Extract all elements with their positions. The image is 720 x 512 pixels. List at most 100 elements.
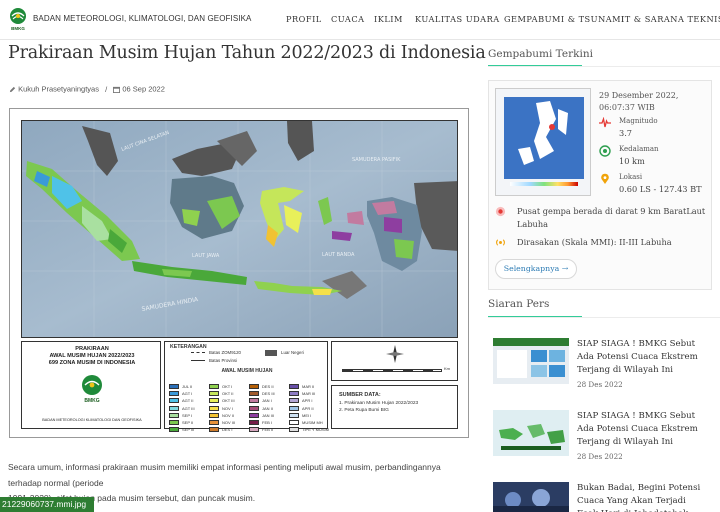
nav-it-sarana-teknis[interactable]: IT & SARANA TEKNIS (621, 14, 720, 24)
location-value: 0.60 LS - 127.43 BT (619, 184, 702, 194)
press-date: 28 Des 2022 (577, 452, 623, 461)
legend-entry: AGT III (169, 398, 195, 411)
sea-label-pasifik: SAMUDERA PASIFIK (352, 157, 401, 163)
legend-entry: JAN I (249, 390, 272, 404)
press-date: 28 Des 2022 (577, 380, 623, 389)
press-thumbnail-graphic (493, 410, 569, 456)
press-item[interactable]: SIAP SIAGA ! BMKG Sebut Ada Potensi Cuac… (488, 338, 720, 408)
legend-awal-musim-hujan: AWAL MUSIM HUJAN (221, 368, 273, 374)
filename-tooltip: 21229060737.mmi.jpg (0, 497, 94, 512)
compass-icon (386, 345, 404, 363)
article-body-line: Secara umum, informasi prakiraan musim m… (8, 462, 441, 472)
nav-iklim[interactable]: IKLIM (374, 14, 403, 24)
legend-entry: DES III (249, 383, 275, 397)
legend-batas-zom: Batas ZOM9120 (209, 350, 241, 355)
felt-note: Dirasakan (Skala MMI): II-III Labuha (495, 236, 709, 249)
article-date: 06 Sep 2022 (122, 84, 165, 94)
scale-unit: Km (444, 366, 450, 371)
press-section-title: Siaran Pers (488, 298, 550, 310)
legend-entry: FEB II (249, 419, 273, 433)
nav-profil[interactable]: PROFIL (286, 14, 322, 24)
legend-entry: NOV I (209, 398, 233, 411)
legend-entry: OKT III (209, 390, 235, 404)
legend-entry: MUSIM MH (289, 412, 323, 425)
nav-kualitas-udara[interactable]: KUALITAS UDARA (415, 14, 500, 24)
broadcast-icon (496, 239, 505, 246)
pencil-icon (9, 86, 16, 92)
legend-luar-negeri: Luar Negeri (281, 350, 304, 355)
legend-entry: NOV III (209, 412, 235, 425)
legend-compass-box: Km (331, 341, 458, 381)
quake-time: 29 Desember 2022, 06:07:37 WIB (599, 91, 679, 112)
press-item[interactable]: Bukan Badai, Begini Potensi Cuaca Yang A… (488, 482, 720, 512)
svg-text:BMKG: BMKG (11, 26, 25, 31)
legend-entry: JAN III (249, 405, 274, 418)
gempa-section-title: Gempabumi Terkini (488, 48, 593, 60)
svg-text:BMKG: BMKG (84, 398, 99, 404)
epicenter-text: Pusat gempa berada di darat 9 km BaratLa… (517, 206, 706, 229)
calendar-icon (113, 86, 121, 93)
epicenter-icon (495, 206, 506, 217)
epicenter-note: Pusat gempa berada di darat 9 km BaratLa… (495, 205, 709, 231)
depth-value: 10 km (619, 156, 645, 166)
org-name[interactable]: BADAN METEOROLOGI, KLIMATOLOGI, DAN GEOF… (33, 14, 251, 23)
legend-entry: NOV II (209, 405, 234, 418)
magnitude-wave-icon (599, 117, 611, 128)
press-item[interactable]: SIAP SIAGA ! BMKG Sebut Ada Potensi Cuac… (488, 410, 720, 480)
legend-sumber-box: SUMBER DATA: 1. Prakiraan Musim Hujan 20… (331, 385, 458, 429)
article-body-line: terhadap normal (periode (8, 477, 104, 488)
legend-batas-provinsi: Batas Provinsi (209, 358, 238, 363)
legend-title-box: PRAKIRAAN AWAL MUSIM HUJAN 2022/2023 699… (21, 341, 161, 429)
shakemap-graphic (496, 89, 590, 195)
press-thumbnail[interactable] (493, 410, 569, 456)
legend-agency: BADAN METEOROLOGI KLIMATOLOGI DAN GEOFIS… (42, 418, 142, 422)
felt-text: Dirasakan (Skala MMI): II-III Labuha (517, 237, 672, 247)
map-graphic: LAUT CINA SELATAN SAMUDERA PASIFIK LAUT … (22, 121, 457, 337)
legend-entry-label: DES I (222, 427, 233, 433)
magnitude-label: Magnitudo (619, 117, 658, 125)
gempa-title-rule (488, 66, 720, 67)
legend-color-grid: JUL II AGT I AGT II AGT III SEP I SEP II SEP I… (169, 376, 329, 433)
legend-entry: AGT I (169, 383, 192, 397)
sea-label-jawa: LAUT JAWA (192, 253, 220, 259)
press-thumbnail-graphic (493, 338, 569, 384)
nav-cuaca[interactable]: CUACA (331, 14, 365, 24)
shakemap-thumbnail[interactable] (495, 88, 591, 196)
bmkg-logo-icon[interactable]: BMKG (8, 7, 28, 31)
indonesia-map: LAUT CINA SELATAN SAMUDERA PASIFIK LAUT … (21, 120, 458, 338)
legend-awal-musim: AWAL MUSIM HUJAN 2022/2023 (49, 353, 135, 359)
sea-label-banda: LAUT BANDA (322, 252, 355, 258)
legend-entry: DES II (249, 376, 274, 389)
legend-entry: SEP II (169, 412, 193, 425)
legend-entry: TIPE Y MUSIM (289, 419, 329, 433)
press-thumbnail[interactable] (493, 338, 569, 384)
legend-entry: JAN II (249, 398, 273, 411)
depth-target-icon (599, 145, 611, 157)
magnitude-value: 3.7 (619, 128, 633, 138)
forecast-map-image[interactable]: LAUT CINA SELATAN SAMUDERA PASIFIK LAUT … (9, 108, 469, 438)
article-meta: Kukuh Prasetyaningtyas / 06 Sep 2022 (9, 84, 165, 94)
legend-zona-musim: 699 ZONA MUSIM DI INDONESIA (48, 360, 136, 366)
press-title[interactable]: SIAP SIAGA ! BMKG Sebut Ada Potensi Cuac… (577, 338, 707, 377)
latest-earthquake-card: 29 Desember 2022, 06:07:37 WIB Magnitudo… (488, 80, 712, 290)
legend-entry: MEI I (289, 405, 311, 418)
legend-sumber-title: SUMBER DATA: (339, 392, 381, 398)
legend-entry-label: SEP III (182, 427, 195, 433)
press-title[interactable]: SIAP SIAGA ! BMKG Sebut Ada Potensi Cuac… (577, 410, 707, 449)
legend-entry: DES I (209, 419, 232, 433)
depth-label: Kedalaman (619, 145, 659, 153)
legend-entry: OKT I (209, 376, 232, 389)
press-thumbnail[interactable] (493, 482, 569, 512)
legend-swatch (249, 427, 259, 433)
legend-keterangan-box: KETERANGAN Batas ZOM9120 Batas Provinsi … (164, 341, 329, 433)
nav-gempabumi-tsunami[interactable]: GEMPABUMI & TSUNAMI (504, 14, 625, 24)
legend-swatch (209, 427, 219, 433)
legend-entry: APR II (289, 398, 314, 411)
more-details-button[interactable]: Selengkapnya → (495, 259, 577, 279)
press-title[interactable]: Bukan Badai, Begini Potensi Cuaca Yang A… (577, 482, 707, 512)
legend-entry-label: FEB II (262, 427, 274, 433)
article-author[interactable]: Kukuh Prasetyaningtyas (18, 85, 99, 94)
bmkg-emblem-icon: BMKG (82, 375, 102, 404)
legend-prakiraan: PRAKIRAAN (75, 346, 109, 352)
site-header: BMKG BADAN METEOROLOGI, KLIMATOLOGI, DAN… (0, 0, 720, 40)
